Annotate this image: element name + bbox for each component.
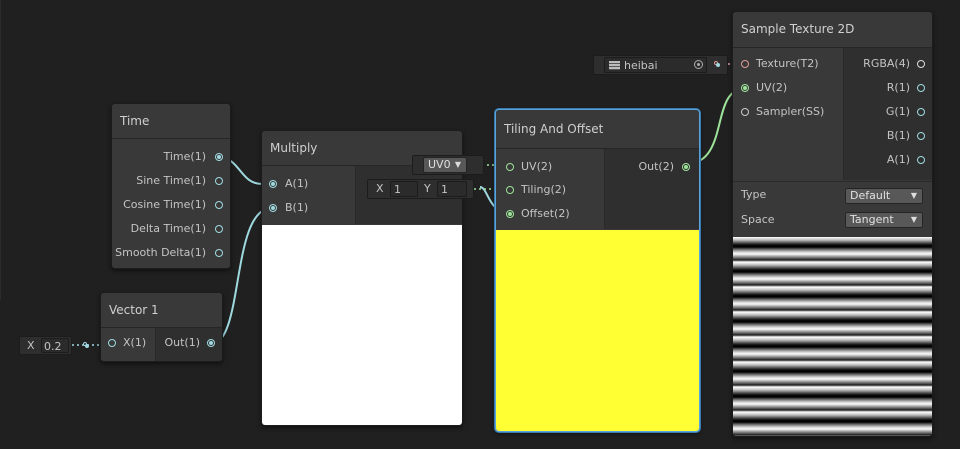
sine-time-output-port[interactable] [215, 177, 223, 185]
vector1-x-input-port[interactable] [108, 339, 116, 347]
tiling-y-input[interactable]: 1 [437, 181, 467, 197]
chevron-down-icon: ▼ [910, 215, 917, 224]
cosine-time-output-port[interactable] [215, 201, 223, 209]
vector1-x-field-box: X 0.2 [19, 336, 72, 355]
tiling-x-input[interactable]: 1 [390, 181, 418, 197]
sample-texture-node-title[interactable]: Sample Texture 2D [733, 12, 932, 48]
tiling-y-label: Y [424, 182, 431, 195]
texture-input-port[interactable] [741, 60, 749, 68]
chevron-down-icon: ▼ [910, 191, 917, 200]
uv-channel-dropdown[interactable]: UV0 ▼ [423, 157, 467, 173]
vector1-node[interactable]: Vector 1 X(1) Out(1) [100, 292, 223, 362]
tiling-offset-inputs: UV(2) Tiling(2) Offset(2) [496, 149, 605, 229]
sampler-input-port[interactable] [741, 108, 749, 116]
uv-input[interactable]: UV(2) [521, 157, 552, 177]
sine-time-output[interactable]: Sine Time(1) [136, 171, 206, 191]
chevron-down-icon: ▼ [454, 160, 461, 169]
g-output[interactable]: G(1) [886, 102, 910, 122]
sampler-input[interactable]: Sampler(SS) [756, 102, 824, 122]
time-output-port[interactable] [215, 153, 223, 161]
tiling-offset-node-title[interactable]: Tiling And Offset [496, 110, 699, 149]
multiply-a-input[interactable]: A(1) [285, 174, 308, 194]
tiling-output[interactable]: Out(2) [638, 157, 674, 177]
multiply-b-input[interactable]: B(1) [285, 198, 308, 218]
vector1-field-connector [83, 342, 89, 348]
a-output[interactable]: A(1) [887, 150, 910, 170]
vector1-x-input-field[interactable]: 0.2 [41, 338, 69, 353]
sample-texture-outputs: RGBA(4) R(1) G(1) B(1) A(1) [844, 48, 932, 180]
vector1-x-field-label: X [27, 339, 35, 352]
smooth-delta-output[interactable]: Smooth Delta(1) [115, 243, 206, 263]
vector1-output-port[interactable] [207, 339, 215, 347]
space-label: Space [741, 213, 775, 226]
texture-name: heibai [624, 59, 658, 72]
tiling-offset-preview [496, 230, 699, 431]
vector1-x-input[interactable]: X(1) [123, 333, 146, 353]
canvas-edge [0, 0, 1, 300]
tiling-x-label: X [376, 182, 384, 195]
tiling-input-port[interactable] [506, 186, 514, 194]
multiply-inputs: A(1) B(1) [262, 166, 356, 224]
texture-object-field[interactable]: heibai [604, 57, 707, 73]
texture-field-box: heibai [593, 55, 728, 75]
space-dropdown[interactable]: Tangent ▼ [845, 212, 923, 228]
texture-asset-icon [609, 61, 620, 70]
tiling-output-port[interactable] [682, 163, 690, 171]
tiling-offset-node[interactable]: Tiling And Offset UV(2) Tiling(2) Offset… [495, 109, 700, 432]
multiply-preview [262, 225, 462, 425]
r-output[interactable]: R(1) [887, 78, 910, 98]
delta-time-output-port[interactable] [215, 225, 223, 233]
time-node[interactable]: Time Time(1) Sine Time(1) Cosine Time(1)… [111, 103, 231, 269]
vector1-output[interactable]: Out(1) [164, 333, 200, 353]
tiling-offset-outputs: Out(2) [605, 149, 699, 229]
texture-input[interactable]: Texture(T2) [756, 54, 819, 74]
object-picker-icon[interactable] [694, 60, 703, 69]
vector1-node-title[interactable]: Vector 1 [101, 293, 222, 328]
time-node-outputs: Time(1) Sine Time(1) Cosine Time(1) Delt… [112, 139, 230, 268]
sample-texture-inputs: Texture(T2) UV(2) Sampler(SS) [733, 48, 844, 180]
time-output[interactable]: Time(1) [163, 147, 206, 167]
tiling-input[interactable]: Tiling(2) [521, 180, 566, 200]
type-dropdown[interactable]: Default ▼ [845, 188, 923, 204]
rgba-output[interactable]: RGBA(4) [863, 54, 910, 74]
vector1-outputs: Out(1) [156, 328, 222, 361]
offset-input[interactable]: Offset(2) [521, 204, 570, 224]
sample-texture-node[interactable]: Sample Texture 2D Texture(T2) UV(2) Samp… [732, 11, 933, 437]
uv-dropdown-box: UV0 ▼ [412, 155, 484, 175]
g-output-port[interactable] [917, 108, 925, 116]
sample-uv-input-port[interactable] [741, 84, 749, 92]
tiling-value-field-box: X 1 Y 1 [367, 179, 474, 199]
rgba-output-port[interactable] [917, 60, 925, 68]
sample-texture-preview [733, 237, 932, 436]
offset-input-port[interactable] [506, 210, 514, 218]
multiply-a-input-port[interactable] [269, 180, 277, 188]
vector1-inputs: X(1) [101, 328, 156, 361]
b-output-port[interactable] [917, 132, 925, 140]
delta-time-output[interactable]: Delta Time(1) [131, 219, 206, 239]
cosine-time-output[interactable]: Cosine Time(1) [123, 195, 206, 215]
type-label: Type [741, 188, 767, 201]
b-output[interactable]: B(1) [887, 126, 910, 146]
r-output-port[interactable] [917, 84, 925, 92]
time-node-title[interactable]: Time [112, 104, 230, 139]
smooth-delta-output-port[interactable] [215, 249, 223, 257]
multiply-b-input-port[interactable] [269, 204, 277, 212]
sample-texture-settings: Type Default ▼ Space Tangent ▼ [733, 181, 932, 237]
uv-input-port[interactable] [506, 163, 514, 171]
texture-field-connector [714, 61, 720, 67]
a-output-port[interactable] [917, 156, 925, 164]
sample-uv-input[interactable]: UV(2) [756, 78, 787, 98]
